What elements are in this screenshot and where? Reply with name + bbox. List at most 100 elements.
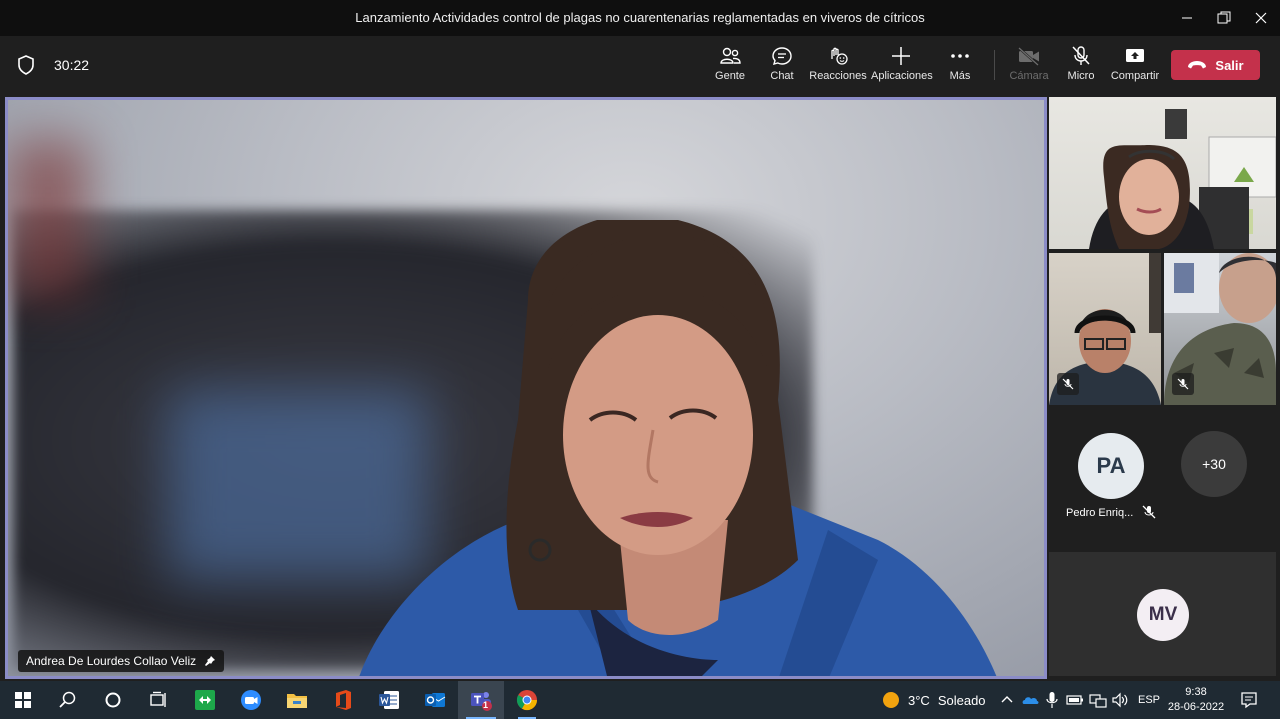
plus-icon [892, 47, 910, 65]
mic-off-icon [1142, 505, 1156, 524]
meeting-timer: 30:22 [54, 57, 90, 73]
leave-button[interactable]: Salir [1171, 50, 1260, 80]
notifications-icon[interactable] [1240, 690, 1258, 715]
participant-video-tile[interactable] [1049, 253, 1161, 405]
video-background-blur-red [8, 140, 88, 300]
pin-icon[interactable] [204, 655, 216, 667]
search-icon [59, 691, 76, 708]
participant-video-tile[interactable] [1164, 253, 1276, 405]
participant-name-tag: Andrea De Lourdes Collao Veliz [18, 650, 225, 672]
weather-temperature: 3°C [908, 692, 930, 708]
task-view-button[interactable] [135, 681, 181, 719]
close-icon [1255, 12, 1267, 24]
taskbar-word[interactable] [366, 681, 412, 719]
participant-muted-indicator [1057, 373, 1079, 395]
apps-button[interactable]: Aplicaciones [871, 46, 933, 82]
search-button[interactable] [45, 681, 91, 719]
camera-off-icon [1018, 47, 1039, 66]
maximize-button[interactable] [1209, 6, 1239, 30]
system-clock[interactable]: 9:38 28-06-2022 [1166, 685, 1226, 715]
onedrive-icon[interactable] [1021, 690, 1039, 715]
windows-taskbar: 1 3°C Soleado ESP 9:38 28-06-2022 [0, 681, 1280, 719]
chat-icon [772, 47, 792, 65]
participant-avatar-pa[interactable]: PA [1078, 433, 1144, 499]
taskbar-zoom[interactable] [228, 681, 274, 719]
apps-label: Aplicaciones [871, 70, 933, 82]
more-participants-button[interactable]: +30 [1181, 431, 1247, 497]
reactions-button[interactable]: Reacciones [808, 46, 868, 82]
mic-off-icon [1072, 46, 1090, 65]
participant-name: Pedro Enriq... [1066, 507, 1134, 519]
close-button[interactable] [1246, 6, 1276, 30]
chrome-icon [516, 690, 538, 711]
volume-icon[interactable] [1111, 690, 1129, 715]
teams-icon [471, 692, 492, 711]
cortana-circle-icon [105, 692, 121, 708]
windows-logo-icon [15, 692, 31, 708]
battery-icon[interactable] [1066, 690, 1084, 715]
microphone-tray-icon[interactable] [1045, 690, 1059, 715]
participant-avatar-mv: MV [1137, 589, 1189, 641]
office-icon [336, 690, 351, 710]
green-app-icon [195, 690, 215, 710]
taskbar-outlook[interactable] [412, 681, 458, 719]
camera-button[interactable]: Cámara [999, 46, 1059, 82]
people-button[interactable]: Gente [700, 46, 760, 82]
mic-off-icon [1062, 378, 1074, 390]
task-view-icon [150, 691, 166, 707]
mic-button[interactable]: Micro [1051, 46, 1111, 82]
zoom-icon [241, 690, 261, 710]
participant-video-image [1089, 109, 1276, 249]
people-icon [720, 47, 741, 64]
main-video-tile[interactable]: Andrea De Lourdes Collao Veliz [5, 97, 1047, 679]
window-titlebar: Lanzamiento Actividades control de plaga… [0, 0, 1280, 36]
weather-condition: Soleado [937, 692, 986, 708]
taskbar-chrome[interactable] [504, 681, 550, 719]
chat-label: Chat [770, 70, 794, 82]
more-label: Más [949, 70, 971, 82]
camera-label: Cámara [1009, 70, 1049, 82]
weather-widget[interactable]: 3°C Soleado [882, 691, 986, 709]
sun-icon [883, 692, 899, 708]
chat-button[interactable]: Chat [752, 46, 812, 82]
hangup-icon [1188, 61, 1207, 69]
clock-time: 9:38 [1185, 686, 1207, 698]
participant-video-image [359, 220, 997, 676]
shield-icon[interactable] [16, 54, 36, 81]
participant-video-tile[interactable] [1049, 97, 1276, 249]
word-icon [379, 691, 399, 709]
outlook-icon [425, 693, 446, 707]
start-button[interactable] [0, 681, 46, 719]
meeting-toolbar: 30:22 Gente Chat Reacciones Aplicaciones… [0, 36, 1280, 96]
participant-tile-mv[interactable]: MV [1049, 552, 1276, 676]
taskbar-app-green[interactable] [182, 681, 228, 719]
toolbar-divider [994, 50, 995, 80]
restore-icon [1217, 11, 1231, 24]
tray-expand-icon[interactable] [1000, 690, 1014, 715]
mic-label: Micro [1067, 70, 1095, 82]
taskbar-file-explorer[interactable] [274, 681, 320, 719]
more-icon [951, 54, 969, 58]
taskbar-teams[interactable]: 1 [458, 681, 504, 719]
input-language-indicator[interactable]: ESP [1138, 694, 1160, 706]
reactions-label: Reacciones [809, 70, 867, 82]
more-button[interactable]: Más [930, 46, 990, 82]
people-label: Gente [715, 70, 745, 82]
mic-off-icon [1177, 378, 1189, 390]
network-icon[interactable] [1089, 690, 1107, 715]
teams-notification-badge: 1 [483, 700, 489, 710]
cortana-button[interactable] [90, 681, 136, 719]
participant-muted-indicator [1172, 373, 1194, 395]
taskbar-office[interactable] [320, 681, 366, 719]
reactions-icon [831, 47, 848, 65]
folder-icon [287, 694, 307, 708]
minimize-button[interactable] [1172, 6, 1202, 30]
minimize-icon [1182, 17, 1192, 19]
share-button[interactable]: Compartir [1105, 46, 1165, 82]
share-tray-icon [1126, 49, 1144, 62]
clock-date: 28-06-2022 [1167, 701, 1225, 713]
participant-name: Andrea De Lourdes Collao Veliz [26, 654, 197, 668]
share-label: Compartir [1110, 70, 1160, 82]
leave-label: Salir [1215, 57, 1244, 73]
window-title: Lanzamiento Actividades control de plaga… [355, 10, 925, 25]
